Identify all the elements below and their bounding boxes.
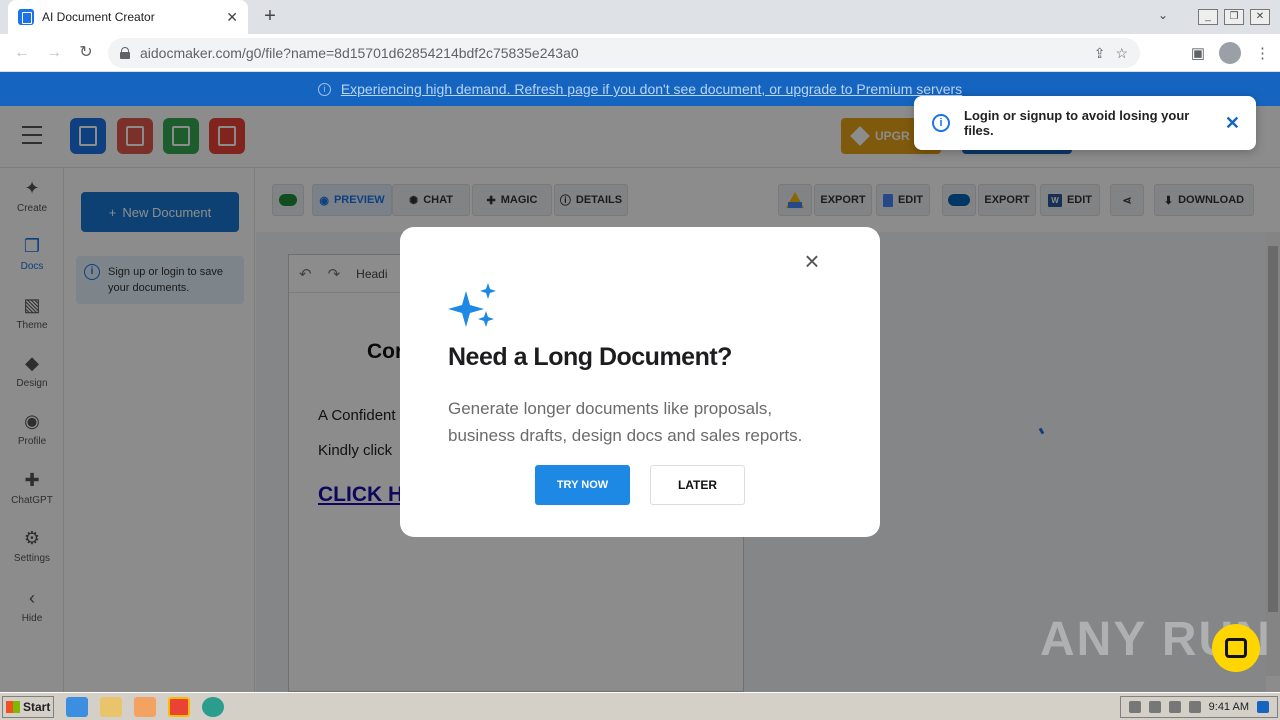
edge-icon[interactable] [202,696,224,717]
system-tray: 9:41 AM [1119,696,1278,718]
support-chat-button[interactable] [1212,624,1260,672]
login-toast: i Login or signup to avoid losing your f… [914,96,1256,150]
tray-arrow-icon[interactable] [1128,701,1141,713]
back-arrow-icon[interactable]: ← [8,39,36,67]
explorer-folder-icon[interactable] [100,696,122,717]
browser-tab[interactable]: AI Document Creator ✕ [8,0,248,34]
toast-message: Login or signup to avoid losing your fil… [964,108,1190,138]
new-tab-button[interactable]: + [258,4,282,28]
minimize-button[interactable]: _ [1198,9,1218,25]
network-icon[interactable] [1168,701,1181,713]
close-icon[interactable]: × [800,248,824,274]
forward-arrow-icon[interactable]: → [40,39,68,67]
close-window-button[interactable]: ✕ [1250,9,1270,25]
flag-icon[interactable] [1188,701,1201,713]
try-now-button[interactable]: TRY NOW [535,465,630,505]
windows-taskbar: Start 9:41 AM [0,692,1280,720]
modal-title: Need a Long Document? [448,343,732,371]
info-icon: i [932,114,950,132]
chrome-icon[interactable] [168,696,190,717]
url-text[interactable]: aidocmaker.com/g0/file?name=8d15701d6285… [140,45,1084,61]
side-panel-icon[interactable]: ▣ [1191,44,1205,62]
info-icon: i [317,82,331,96]
later-button[interactable]: LATER [650,465,745,505]
browser-toolbar: ← → ↻ aidocmaker.com/g0/file?name=8d1570… [0,34,1280,72]
modal-description: Generate longer documents like proposals… [448,399,803,445]
sparkle-icon [448,283,496,327]
tab-search-icon[interactable]: ⌄ [1158,8,1168,22]
menu-kebab-icon[interactable]: ⋮ [1255,44,1270,62]
tab-title: AI Document Creator [42,10,155,24]
tab-close-icon[interactable]: ✕ [226,9,238,26]
toolbar-right-group: ▣ ⋮ [1191,42,1270,64]
banner-link[interactable]: Experiencing high demand. Refresh page i… [341,81,962,97]
media-player-icon[interactable] [134,696,156,717]
window-controls: _ ❐ ✕ [1198,0,1280,34]
restore-button[interactable]: ❐ [1224,9,1244,25]
show-desktop-icon[interactable] [1257,701,1269,713]
start-label: Start [23,699,51,714]
browser-tab-strip: AI Document Creator ✕ + ⌄ _ ❐ ✕ [0,0,1280,34]
long-document-modal: × Need a Long Document? Generate longer … [400,227,880,537]
docs-favicon-icon [18,9,34,25]
close-icon[interactable]: ✕ [1225,113,1240,134]
reload-icon[interactable]: ↻ [72,39,100,67]
start-button[interactable]: Start [2,695,54,718]
chat-icon [1225,638,1247,658]
windows-logo-icon [6,700,20,713]
lock-icon[interactable] [120,47,130,59]
volume-icon[interactable] [1148,701,1161,713]
clock[interactable]: 9:41 AM [1209,701,1249,713]
share-icon[interactable]: ⇪ [1094,45,1106,62]
bookmark-star-icon[interactable]: ☆ [1115,45,1128,62]
address-bar[interactable]: aidocmaker.com/g0/file?name=8d15701d6285… [108,38,1140,68]
ie-icon[interactable] [66,696,88,717]
profile-avatar[interactable] [1219,42,1241,64]
